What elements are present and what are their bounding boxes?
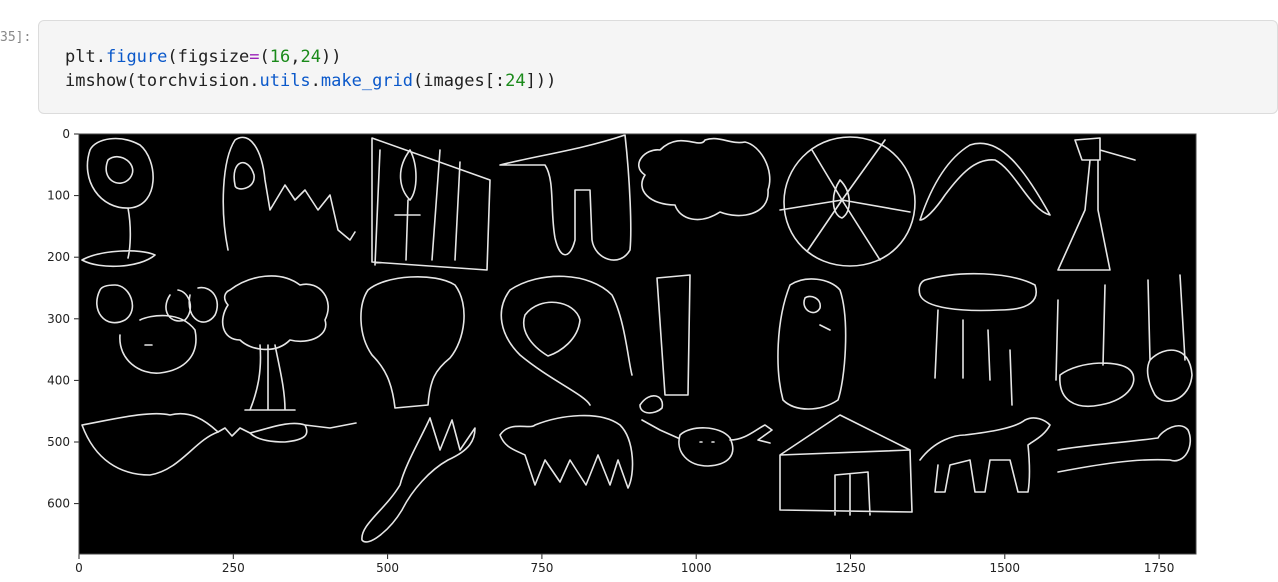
output-plot: 0 250 500 750 1000 1250 1500 1750 0 100 200 300 400… bbox=[47, 127, 1197, 575]
code-token: . bbox=[249, 71, 260, 91]
x-tick-label: 750 bbox=[530, 561, 553, 575]
code-token: make_grid bbox=[320, 71, 414, 91]
code-token: imshow(torchvision bbox=[65, 71, 250, 91]
y-tick-label: 0 bbox=[62, 127, 70, 141]
code-token: , bbox=[290, 47, 301, 67]
cell-prompt: 35]: bbox=[0, 30, 32, 45]
x-tick-label: 1000 bbox=[681, 561, 712, 575]
code-token: . bbox=[310, 71, 321, 91]
y-tick-label: 300 bbox=[47, 312, 70, 326]
code-token: 24 bbox=[300, 47, 322, 67]
code-token: figure bbox=[105, 47, 168, 67]
code-token: plt bbox=[65, 47, 96, 67]
y-tick-label: 400 bbox=[47, 373, 70, 387]
x-tick-label: 500 bbox=[376, 561, 399, 575]
x-tick-label: 250 bbox=[222, 561, 245, 575]
code-token: 16 bbox=[269, 47, 291, 67]
code-token: ( bbox=[259, 47, 270, 67]
code-token: utils bbox=[259, 71, 311, 91]
x-tick-label: 0 bbox=[75, 561, 83, 575]
code-cell-input[interactable]: plt.figure(figsize=(16,24)) imshow(torchv… bbox=[38, 20, 1278, 114]
y-axis: 0 100 200 300 400 500 600 bbox=[47, 127, 79, 511]
code-line-2: imshow(torchvision.utils.make_grid(image… bbox=[65, 69, 556, 93]
x-tick-label: 1750 bbox=[1144, 561, 1175, 575]
code-token: = bbox=[249, 47, 260, 67]
code-token: ])) bbox=[525, 71, 557, 91]
code-token: figsize bbox=[177, 47, 250, 67]
code-token: 24 bbox=[505, 71, 526, 91]
y-tick-label: 600 bbox=[47, 497, 70, 511]
code-token: (images[: bbox=[413, 71, 506, 91]
x-tick-label: 1500 bbox=[990, 561, 1021, 575]
x-tick-label: 1250 bbox=[835, 561, 866, 575]
y-tick-label: 100 bbox=[47, 189, 70, 203]
x-axis: 0 250 500 750 1000 1250 1500 1750 bbox=[75, 554, 1174, 575]
y-tick-label: 200 bbox=[47, 250, 70, 264]
code-editor[interactable]: plt.figure(figsize=(16,24)) imshow(torchv… bbox=[65, 45, 556, 93]
code-token: )) bbox=[321, 47, 342, 67]
code-line-1: plt.figure(figsize=(16,24)) bbox=[65, 45, 556, 69]
y-tick-label: 500 bbox=[47, 435, 70, 449]
code-token: . bbox=[95, 47, 106, 67]
code-token: ( bbox=[167, 47, 178, 67]
